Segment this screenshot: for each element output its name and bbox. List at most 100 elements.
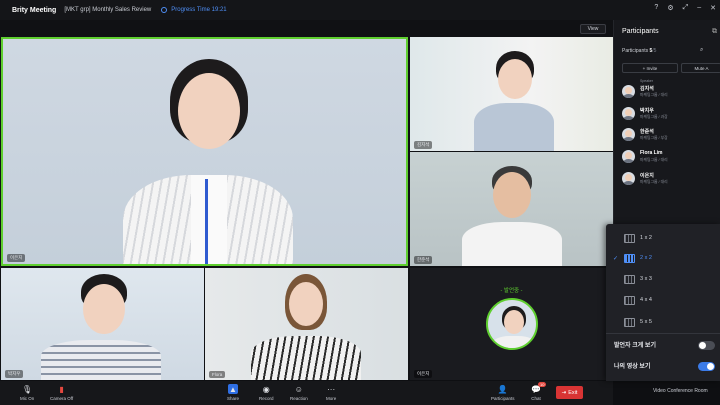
microphone-icon: 🎙 xyxy=(22,384,33,394)
participant-video xyxy=(251,274,361,380)
reaction-button[interactable]: ☺ Reaction xyxy=(290,384,308,402)
close-icon[interactable]: ✕ xyxy=(710,4,716,12)
layout-option-label: 4 x 4 xyxy=(640,297,652,303)
participants-icon: 👤 xyxy=(497,384,508,394)
reaction-icon: ☺ xyxy=(294,384,303,394)
check-icon: ✓ xyxy=(613,255,619,262)
share-button[interactable]: ▲ Share xyxy=(227,384,239,401)
view-button[interactable]: View xyxy=(580,24,606,34)
layout-option-2x2[interactable]: ✓ 2 x 2 xyxy=(606,248,720,268)
exit-button[interactable]: ⇥ Exit xyxy=(556,386,583,399)
record-button[interactable]: ◉ Record xyxy=(259,384,274,402)
tile-name: 박지우 xyxy=(5,370,24,378)
record-icon: ◉ xyxy=(262,384,270,394)
tile-name: 김지석 xyxy=(414,141,433,149)
participants-label: Participants xyxy=(491,396,515,401)
room-label: Video Conference Room xyxy=(653,388,708,394)
toggle-switch[interactable] xyxy=(698,362,715,371)
grid-icon xyxy=(624,253,635,263)
toggle-speaker-large[interactable]: 발언자 크게 보기 xyxy=(606,336,720,354)
grid-icon xyxy=(624,233,635,243)
avatar xyxy=(622,128,635,141)
avatar xyxy=(622,85,635,98)
avatar xyxy=(622,107,635,120)
layout-option-5x5[interactable]: 5 x 5 xyxy=(606,312,720,332)
video-tile[interactable]: 한준석 xyxy=(410,152,613,266)
participant-item[interactable]: 한준석 마케팅그룹 / 부장 xyxy=(622,125,720,143)
layout-option-3x3[interactable]: 3 x 3 xyxy=(606,269,720,289)
view-button-label: View xyxy=(587,26,599,32)
video-tile[interactable]: 김지석 xyxy=(410,37,613,151)
minimize-icon[interactable]: – xyxy=(697,4,701,12)
tile-name: 이은지 xyxy=(7,254,26,262)
mic-button[interactable]: 🎙 Mic On xyxy=(20,384,35,402)
share-label: Share xyxy=(227,396,240,401)
grid-icon xyxy=(624,295,635,305)
layout-menu: 1 x 2 ✓ 2 x 2 3 x 3 4 x 4 5 x 5 발언자 크게 보… xyxy=(606,224,720,381)
meeting-app: Brity Meeting [MKT grp] Monthly Sales Re… xyxy=(0,0,720,405)
participant-item[interactable]: 이은지 마케팅그룹 / 대리 xyxy=(622,169,720,187)
toggle-switch[interactable] xyxy=(698,341,715,350)
mute-all-button[interactable]: Mute A xyxy=(681,63,720,73)
record-label: Record xyxy=(259,396,274,401)
grid-icon xyxy=(624,317,635,327)
tile-name: Flora xyxy=(209,371,226,378)
invite-button[interactable]: + Invite xyxy=(622,63,678,73)
more-button[interactable]: ··· More xyxy=(326,384,336,402)
toggle-label: 발언자 크게 보기 xyxy=(614,343,656,349)
top-bar: Brity Meeting [MKT grp] Monthly Sales Re… xyxy=(0,0,720,20)
participant-item[interactable]: Flora Lim 마케팅그룹 / 대리 xyxy=(622,147,720,165)
participant-name: 이은지 xyxy=(640,173,654,179)
avatar xyxy=(622,172,635,185)
participant-dept: 마케팅그룹 / 과장 xyxy=(640,115,668,119)
participant-count-label: Participants xyxy=(622,48,649,54)
settings-icon[interactable]: ⚙ xyxy=(667,4,673,12)
video-tile-main[interactable]: 이은지 xyxy=(1,37,408,266)
panel-title: Participants xyxy=(622,28,659,35)
participant-video xyxy=(123,59,293,264)
fullscreen-icon[interactable]: ⤢ xyxy=(683,4,689,12)
participants-button[interactable]: 👤 Participants xyxy=(491,384,515,402)
video-tile[interactable]: 박지우 xyxy=(1,268,204,380)
participant-item[interactable]: Speaker 김지석 마케팅그룹 / 대리 xyxy=(622,79,720,100)
progress-time-text: Progress Time 19:21 xyxy=(171,7,227,13)
popout-icon[interactable]: ⧉ xyxy=(712,28,717,36)
layout-option-4x4[interactable]: 4 x 4 xyxy=(606,290,720,310)
share-screen-icon: ▲ xyxy=(228,384,238,394)
avatar xyxy=(622,150,635,163)
layout-option-label: 2 x 2 xyxy=(640,255,652,261)
invite-label: + Invite xyxy=(642,65,658,71)
window-controls: ? ⚙ ⤢ – ✕ xyxy=(654,4,716,12)
participant-video xyxy=(462,166,562,266)
participant-count-total: /5 xyxy=(652,48,657,54)
participant-dept: 마케팅그룹 / 부장 xyxy=(640,136,668,140)
participant-name: 박지우 xyxy=(640,108,654,114)
chat-label: Chat xyxy=(531,396,541,401)
camera-label: Camera Off xyxy=(50,396,74,401)
control-bar: 🎙 Mic On ▮ Camera Off ▲ Share ◉ Record ☺… xyxy=(0,381,613,405)
chat-badge: 10 xyxy=(538,382,547,387)
help-icon[interactable]: ? xyxy=(654,4,658,12)
speaking-label: - 발언중 - xyxy=(500,288,523,294)
participant-dept: 마케팅그룹 / 대리 xyxy=(640,93,668,97)
search-icon[interactable]: ⌕ xyxy=(700,47,703,54)
participant-name: 김지석 xyxy=(640,86,654,92)
video-tile-camera-off[interactable]: - 발언중 - 이은지 xyxy=(410,268,613,380)
camera-button[interactable]: ▮ Camera Off xyxy=(50,384,74,402)
progress-time: Progress Time 19:21 xyxy=(161,7,227,13)
exit-label: Exit xyxy=(568,389,578,396)
participant-name: Flora Lim xyxy=(640,150,663,156)
participant-video xyxy=(474,51,554,151)
participant-item[interactable]: 박지우 마케팅그룹 / 과장 xyxy=(622,104,720,122)
participant-video xyxy=(41,274,161,380)
layout-option-1x2[interactable]: 1 x 2 xyxy=(606,228,720,248)
menu-divider xyxy=(606,333,720,334)
exit-icon: ⇥ xyxy=(561,389,567,396)
toggle-my-video[interactable]: 나의 영상 보기 xyxy=(606,357,720,375)
reaction-label: Reaction xyxy=(290,396,308,401)
app-brand: Brity Meeting xyxy=(12,6,57,14)
meeting-title: [MKT grp] Monthly Sales Review xyxy=(64,7,152,13)
mic-label: Mic On xyxy=(20,396,35,401)
video-tile[interactable]: Flora xyxy=(205,268,408,380)
participant-count: Participants 5/5 xyxy=(622,48,656,54)
